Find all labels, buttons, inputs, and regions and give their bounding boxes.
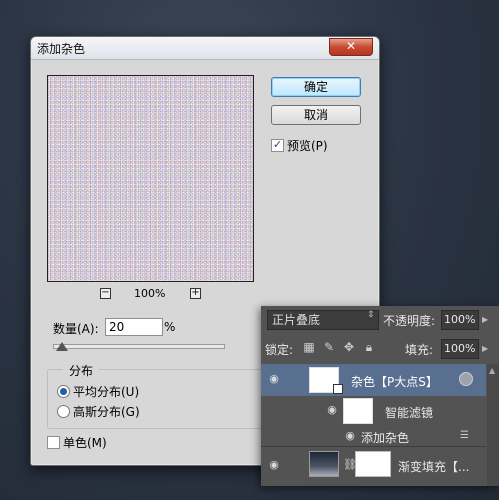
- gaussian-radio[interactable]: [57, 405, 70, 418]
- monochrome-checkbox[interactable]: [47, 436, 60, 449]
- smart-filters-label[interactable]: 智能滤镜: [385, 404, 433, 421]
- close-icon[interactable]: ✕: [329, 38, 373, 56]
- gradient-fill-thumbnail[interactable]: [309, 451, 339, 477]
- lock-paint-brush-icon[interactable]: ✎: [323, 341, 335, 353]
- cancel-button[interactable]: 取消: [271, 105, 361, 125]
- uniform-radio[interactable]: [57, 385, 70, 398]
- zoom-level: 100%: [134, 287, 166, 300]
- fill-input[interactable]: 100%: [441, 339, 479, 359]
- filter-name[interactable]: 添加杂色: [361, 429, 409, 446]
- fill-label: 填充:: [405, 343, 434, 357]
- lock-transparency-icon[interactable]: ▦: [303, 341, 315, 353]
- amount-unit: %: [164, 320, 176, 334]
- dialog-titlebar[interactable]: 添加杂色 ✕: [31, 37, 379, 60]
- layer-name[interactable]: 杂色【P大点S】: [351, 373, 438, 390]
- layers-panel: 正片叠底 ⇕ 不透明度: 100% ▶ 锁定: ▦ ✎ ✥ 🔒︎ 填充: 100…: [261, 306, 499, 486]
- opacity-input[interactable]: 100%: [441, 310, 479, 330]
- layer-divider: [261, 446, 486, 447]
- uniform-label[interactable]: 平均分布(U): [73, 383, 139, 400]
- amount-slider-track[interactable]: [53, 344, 225, 349]
- zoom-out-button[interactable]: −: [100, 288, 111, 299]
- ok-button[interactable]: 确定: [271, 77, 361, 97]
- amount-input[interactable]: 20: [105, 318, 163, 336]
- distribution-title: 分布: [63, 362, 100, 379]
- chevron-right-icon[interactable]: ▶: [482, 344, 488, 353]
- chevron-right-icon[interactable]: ▶: [482, 315, 488, 324]
- blend-mode-select[interactable]: 正片叠底: [267, 310, 379, 330]
- layer-name[interactable]: 渐变填充【...: [398, 458, 469, 475]
- gaussian-label[interactable]: 高斯分布(G): [73, 403, 140, 420]
- monochrome-label[interactable]: 单色(M): [63, 434, 107, 451]
- amount-label: 数量(A):: [53, 322, 99, 336]
- zoom-in-button[interactable]: +: [190, 288, 201, 299]
- scroll-up-icon[interactable]: ▲: [489, 366, 495, 375]
- smart-filter-options-icon[interactable]: [459, 372, 473, 386]
- amount-slider-thumb[interactable]: [56, 342, 68, 351]
- scrollbar[interactable]: [487, 364, 499, 486]
- dialog-title: 添加杂色: [37, 42, 86, 56]
- lock-label: 锁定:: [265, 343, 294, 357]
- eye-icon[interactable]: ◉: [267, 459, 281, 470]
- preview-checkbox[interactable]: ✓: [271, 139, 284, 152]
- eye-icon[interactable]: ◉: [267, 373, 281, 384]
- lock-all-icon[interactable]: 🔒︎: [363, 341, 375, 353]
- opacity-label: 不透明度:: [383, 314, 436, 328]
- filter-mask-thumbnail[interactable]: [343, 398, 373, 424]
- lock-move-icon[interactable]: ✥: [343, 341, 355, 353]
- smart-object-icon: [333, 384, 343, 394]
- eye-icon[interactable]: ◉: [343, 430, 357, 441]
- chevron-updown-icon[interactable]: ⇕: [367, 310, 375, 320]
- preview-label[interactable]: 预览(P): [287, 137, 328, 154]
- eye-icon[interactable]: ◉: [325, 404, 339, 415]
- filter-blending-options-icon[interactable]: ☰: [460, 430, 469, 441]
- noise-preview[interactable]: [47, 75, 254, 282]
- layer-mask-thumbnail[interactable]: [355, 451, 391, 477]
